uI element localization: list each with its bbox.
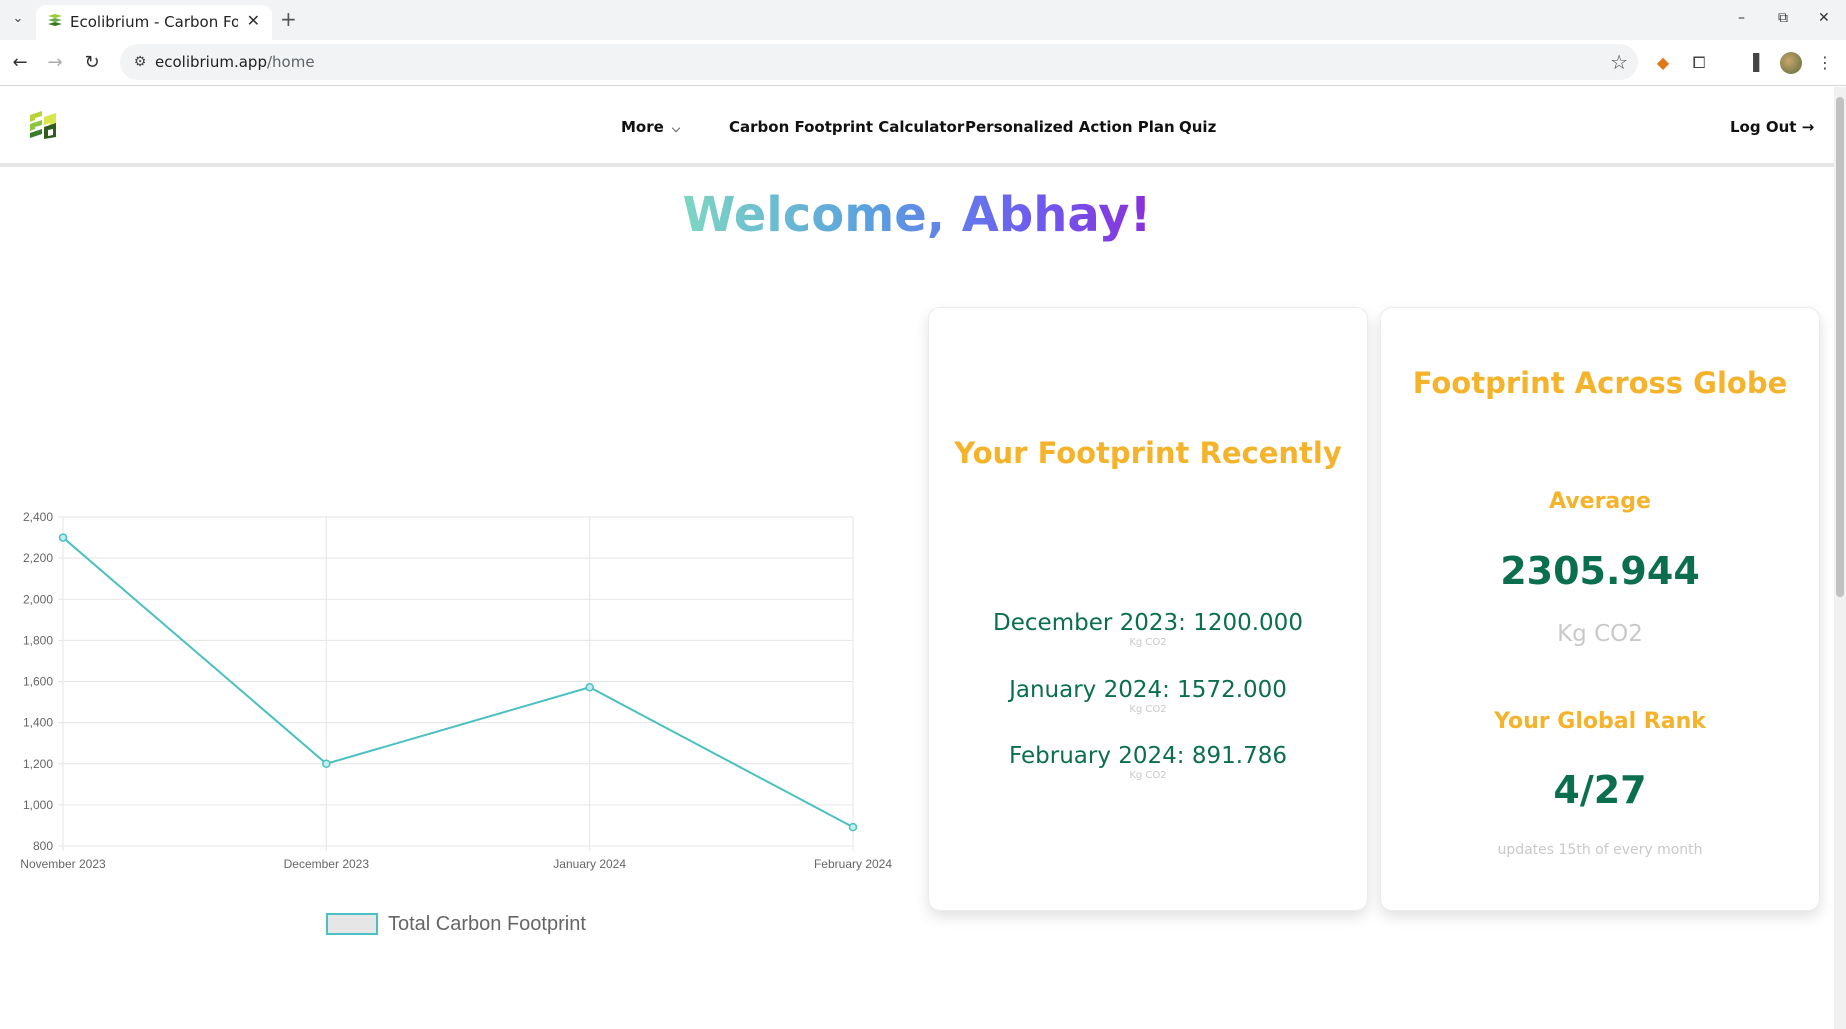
- global-rank-value: 4/27: [1553, 768, 1647, 812]
- nav-action-plan-link[interactable]: Personalized Action Plan: [965, 118, 1175, 136]
- reload-icon[interactable]: ↻: [80, 51, 104, 75]
- legend-swatch: [326, 913, 378, 935]
- browser-toolbar: ← → ↻ ⚙ ecolibrium.app/home ☆ ◆ ⧠ ▐ ⋮: [0, 40, 1846, 86]
- average-unit: Kg CO2: [1557, 621, 1643, 647]
- global-rank-label: Your Global Rank: [1494, 709, 1706, 734]
- nav-calculator-link[interactable]: Carbon Footprint Calculator: [729, 118, 964, 136]
- average-label: Average: [1549, 489, 1651, 514]
- data-point: [58, 533, 68, 542]
- recent-item-value: January 2024: 1572.000: [1009, 677, 1287, 703]
- footprint-line-chart: 2,400 2,200 2,000 1,800 1,600 1,400 1,200 1,000…: [20, 510, 892, 935]
- y-tick-label: 800: [33, 839, 53, 853]
- x-tick-label: February 2024: [814, 857, 892, 871]
- legend-label: Total Carbon Footprint: [388, 913, 586, 935]
- close-window-icon[interactable]: ✕: [1818, 10, 1830, 26]
- minimize-icon[interactable]: –: [1738, 10, 1745, 26]
- menu-kebab-icon[interactable]: ⋮: [1814, 52, 1836, 74]
- ecolibrium-logo-icon[interactable]: [28, 109, 60, 141]
- y-tick-label: 1,400: [23, 716, 53, 730]
- scrollbar-thumb[interactable]: [1836, 97, 1844, 597]
- page-content: More ⌵ Carbon Footprint Calculator Person…: [0, 87, 1834, 1029]
- address-bar[interactable]: ⚙ ecolibrium.app/home ☆: [120, 44, 1638, 80]
- metamask-extension-icon[interactable]: ◆: [1652, 52, 1674, 74]
- rank-update-note: updates 15th of every month: [1497, 842, 1703, 858]
- data-point: [322, 759, 331, 768]
- ecolibrium-favicon-icon: [48, 14, 62, 26]
- y-tick-label: 2,000: [23, 592, 53, 606]
- page-scrollbar[interactable]: [1834, 87, 1846, 1029]
- nav-quiz-link[interactable]: Quiz: [1179, 118, 1216, 136]
- x-tick-label: November 2023: [20, 857, 106, 871]
- recent-item-jan: January 2024: 1572.000 Kg CO2: [929, 677, 1367, 715]
- browser-tab-bar: ⌄ Ecolibrium - Carbon Footprint ✕ + – ⧉ …: [0, 0, 1846, 40]
- recent-card-title: Your Footprint Recently: [954, 436, 1342, 470]
- recent-item-unit: Kg CO2: [1129, 704, 1167, 715]
- extensions-puzzle-icon[interactable]: ⧠: [1688, 52, 1710, 74]
- side-panel-icon[interactable]: ▐: [1742, 52, 1764, 74]
- url-text[interactable]: ecolibrium.app/home: [155, 53, 315, 71]
- recent-item-feb: February 2024: 891.786 Kg CO2: [929, 743, 1367, 781]
- recent-footprint-card: Your Footprint Recently December 2023: 1…: [928, 307, 1368, 911]
- y-tick-label: 2,200: [23, 551, 53, 565]
- nav-more-label: More: [621, 118, 664, 136]
- recent-item-value: February 2024: 891.786: [1009, 743, 1287, 769]
- chevron-down-icon: ⌵: [671, 122, 681, 135]
- tab-close-icon[interactable]: ✕: [247, 11, 260, 30]
- x-tick-label: December 2023: [284, 857, 370, 871]
- profile-avatar[interactable]: [1780, 52, 1802, 74]
- average-value: 2305.944: [1500, 549, 1700, 593]
- globe-card-title: Footprint Across Globe: [1412, 366, 1788, 400]
- data-point: [585, 683, 594, 692]
- y-tick-label: 1,200: [23, 757, 53, 771]
- y-tick-label: 1,000: [23, 798, 53, 812]
- forward-icon[interactable]: →: [43, 51, 67, 75]
- series-line: [62, 536, 854, 829]
- y-tick-label: 2,400: [23, 510, 53, 524]
- recent-item-unit: Kg CO2: [1129, 770, 1167, 781]
- y-tick-label: 1,600: [23, 675, 53, 689]
- welcome-heading: Welcome, Abhay!: [0, 187, 1834, 243]
- data-point: [848, 822, 858, 832]
- recent-item-unit: Kg CO2: [1129, 637, 1167, 648]
- logout-link[interactable]: Log Out →: [1730, 118, 1814, 136]
- browser-tab[interactable]: Ecolibrium - Carbon Footprint ✕: [36, 5, 272, 40]
- nav-more-dropdown[interactable]: More ⌵: [621, 118, 680, 136]
- x-tick-label: January 2024: [553, 857, 626, 871]
- tab-search-chevron-icon[interactable]: ⌄: [8, 9, 28, 29]
- recent-item-dec: December 2023: 1200.000 Kg CO2: [929, 610, 1367, 648]
- recent-item-value: December 2023: 1200.000: [993, 610, 1303, 636]
- url-path: /home: [266, 53, 315, 71]
- welcome-text: Welcome, Abhay!: [682, 187, 1152, 243]
- site-navbar: More ⌵ Carbon Footprint Calculator Person…: [0, 87, 1834, 167]
- global-footprint-card: Footprint Across Globe Average 2305.944 …: [1380, 307, 1820, 911]
- back-icon[interactable]: ←: [8, 51, 32, 75]
- site-info-icon[interactable]: ⚙: [130, 52, 150, 72]
- y-tick-label: 1,800: [23, 633, 53, 647]
- new-tab-icon[interactable]: +: [280, 7, 297, 31]
- url-host: ecolibrium.app: [155, 53, 267, 71]
- bookmark-star-icon[interactable]: ☆: [1610, 50, 1628, 74]
- restore-icon[interactable]: ⧉: [1778, 10, 1788, 26]
- tab-title: Ecolibrium - Carbon Footprint: [70, 13, 238, 31]
